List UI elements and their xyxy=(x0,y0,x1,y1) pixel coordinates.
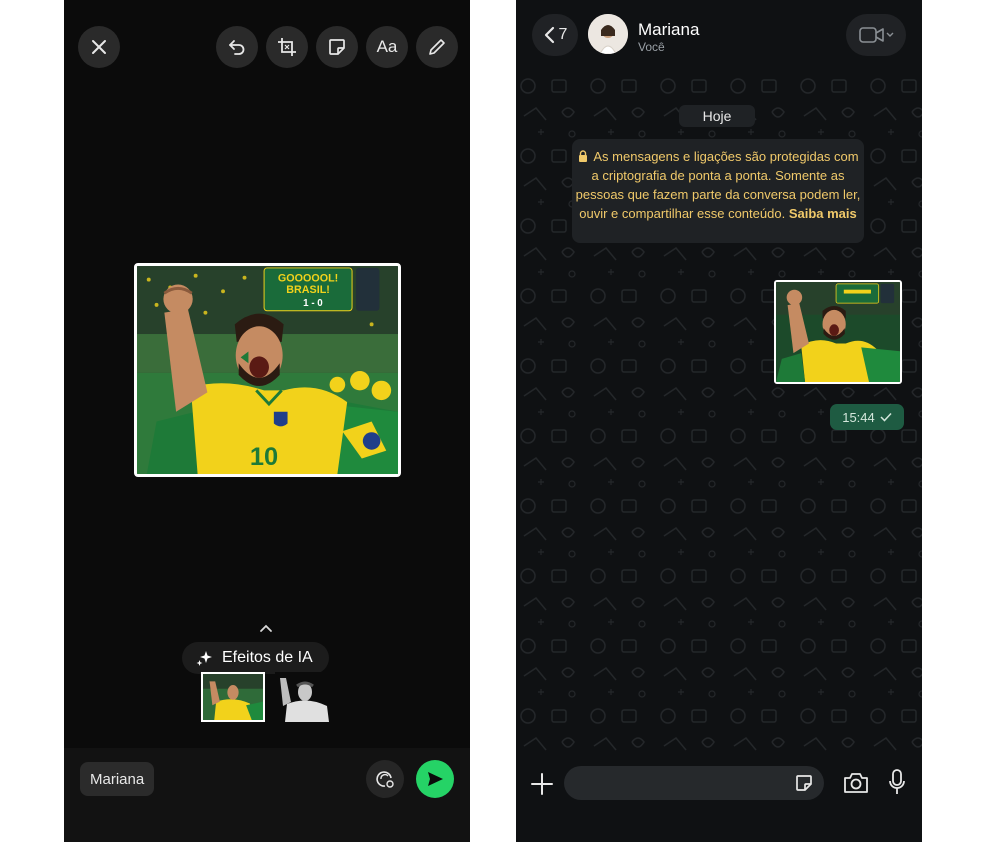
sent-image-message[interactable] xyxy=(774,280,902,384)
ai-effect-original-thumb[interactable] xyxy=(201,672,265,722)
text-tool-button[interactable]: Aa xyxy=(366,26,408,68)
check-icon xyxy=(880,412,892,422)
edited-photo[interactable]: GOOOOOL! BRASIL! 1 - 0 10 xyxy=(134,263,401,477)
hd-icon xyxy=(376,771,394,788)
close-button[interactable] xyxy=(78,26,120,68)
original-thumb-image xyxy=(203,674,263,720)
message-input[interactable] xyxy=(564,766,824,800)
sent-image-thumbnail xyxy=(776,282,900,382)
chat-input-bar xyxy=(516,754,922,842)
camera-icon[interactable] xyxy=(842,770,870,796)
banner-line2: BRASIL! xyxy=(286,284,330,296)
avatar-image xyxy=(588,14,628,54)
chevron-up-icon[interactable] xyxy=(256,622,276,636)
sticker-icon[interactable] xyxy=(794,773,814,793)
message-timestamp: 15:44 xyxy=(830,404,904,430)
chat-screen: 7 Mariana Você Hoje As mensagens e ligaç… xyxy=(516,0,922,842)
text-tool-label: Aa xyxy=(376,37,398,56)
lock-icon xyxy=(579,150,588,162)
sparkles-icon xyxy=(196,651,212,666)
celebrating-fan-image: GOOOOOL! BRASIL! 1 - 0 10 xyxy=(137,266,398,474)
recipient-chip[interactable]: Mariana xyxy=(80,762,155,796)
video-call-icon xyxy=(859,27,894,43)
sticker-icon xyxy=(329,39,345,55)
back-button[interactable]: 7 xyxy=(532,14,578,56)
sticker-button[interactable] xyxy=(316,26,358,68)
jersey-number: 10 xyxy=(250,443,278,471)
draw-button[interactable] xyxy=(416,26,458,68)
crop-icon xyxy=(278,38,296,56)
avatar[interactable] xyxy=(588,14,628,54)
chat-header: 7 Mariana Você xyxy=(516,0,922,72)
ai-effects-button[interactable]: Efeitos de IA xyxy=(182,642,329,674)
editor-bottom-bar: Mariana xyxy=(64,748,470,842)
video-call-button[interactable] xyxy=(846,14,906,56)
chevron-left-icon xyxy=(544,26,554,44)
mic-icon[interactable] xyxy=(888,768,906,796)
plus-icon[interactable] xyxy=(528,770,556,798)
mono-thumb-image xyxy=(275,672,339,722)
contact-name[interactable]: Mariana xyxy=(638,20,699,40)
contact-status: Você xyxy=(638,40,665,54)
date-separator: Hoje xyxy=(679,105,755,127)
hd-quality-button[interactable] xyxy=(366,760,404,798)
crop-rotate-button[interactable] xyxy=(266,26,308,68)
send-button[interactable] xyxy=(416,760,454,798)
ai-effects-label: Efeitos de IA xyxy=(222,649,313,666)
send-icon xyxy=(428,772,443,786)
encryption-notice[interactable]: As mensagens e ligações são protegidas c… xyxy=(572,139,864,243)
pencil-icon xyxy=(429,39,445,55)
message-time: 15:44 xyxy=(842,409,875,425)
learn-more-link[interactable]: Saiba mais xyxy=(789,206,857,221)
image-editor-screen: Aa GOOOOOL! BRASIL! 1 - 0 10 Efeitos de … xyxy=(64,0,470,842)
score-text: 1 - 0 xyxy=(303,298,323,309)
ai-effect-mono-thumb[interactable] xyxy=(275,672,339,722)
close-icon xyxy=(92,40,106,54)
undo-icon xyxy=(229,40,245,55)
unread-count: 7 xyxy=(558,26,568,43)
undo-button[interactable] xyxy=(216,26,258,68)
banner-line1: GOOOOOL! xyxy=(278,273,338,285)
